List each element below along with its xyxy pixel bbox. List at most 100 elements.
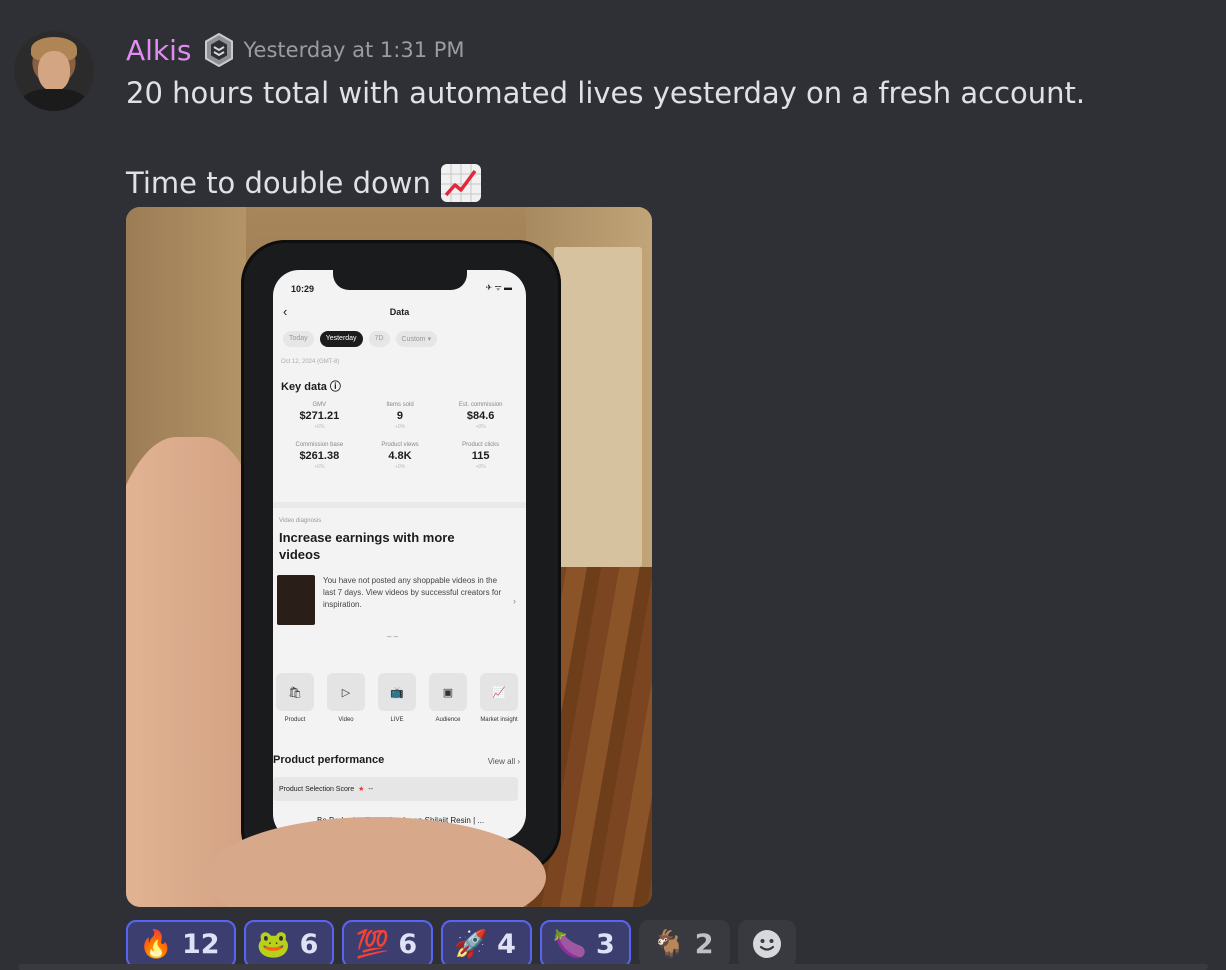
metric-product-clicks: Product clicks 115 +0%: [440, 442, 521, 470]
screen-nav-live: 📺 LIVE: [377, 673, 417, 723]
metric-delta: +0%: [314, 464, 325, 470]
screen-score-label: Product Selection Score: [279, 785, 355, 793]
reaction-count: 6: [398, 928, 418, 960]
star-icon: ★: [358, 786, 365, 793]
metric-value: $261.38: [299, 450, 340, 462]
screen-key-data-title: Key data ⓘ: [281, 381, 341, 393]
metric-label: Product views: [381, 442, 419, 448]
image-attachment[interactable]: 10:29 ✈ ᯤ ▬ ‹ Data Today Yesterday 7D Cu…: [126, 207, 652, 907]
reaction-fire[interactable]: 🔥 12: [126, 920, 236, 968]
screen-tab-custom: Custom ▾: [395, 331, 438, 347]
screen-nav-row: 🛍 Product ▷ Video 📺 LIVE ▣ Audience 📈 Ma…: [275, 673, 526, 723]
message-text-line-1: 20 hours total with automated lives yest…: [126, 76, 1086, 110]
metric-label: Est. commission: [458, 402, 503, 408]
eggplant-emoji-icon: 🍆: [553, 929, 587, 960]
reaction-count: 2: [694, 928, 714, 960]
reaction-rocket[interactable]: 🚀 4: [441, 920, 532, 968]
metric-label: Commission base: [295, 442, 344, 448]
fire-emoji-icon: 🔥: [139, 929, 173, 960]
screen-tab-7d: 7D: [368, 331, 390, 347]
shopping-bag-icon: 🛍: [276, 673, 314, 711]
chart-increasing-emoji-icon: [440, 164, 481, 202]
screen-nav-market-insight: 📈 Market insight: [479, 673, 519, 723]
phone-notch: [333, 270, 467, 290]
play-icon: ▷: [327, 673, 365, 711]
screen-separator: [273, 502, 526, 508]
message-timestamp[interactable]: Yesterday at 1:31 PM: [244, 38, 465, 62]
metric-delta: +0%: [475, 424, 486, 430]
metric-value: $271.21: [299, 410, 340, 422]
screen-metrics-grid: GMV $271.21 +0% Items sold 9 +0% Est. co…: [279, 402, 521, 470]
live-tv-icon: 📺: [378, 673, 416, 711]
phone-screen: 10:29 ✈ ᯤ ▬ ‹ Data Today Yesterday 7D Cu…: [273, 270, 526, 840]
hundred-points-emoji-icon: 💯: [355, 929, 390, 960]
reaction-goat[interactable]: 🐐 2: [638, 920, 730, 968]
smiley-face-icon: [752, 930, 781, 958]
metric-value: 4.8K: [388, 450, 412, 462]
screen-nav-audience: ▣ Audience: [428, 673, 468, 723]
reaction-count: 4: [497, 928, 516, 960]
add-reaction-button[interactable]: [737, 920, 796, 968]
reaction-hundred-points[interactable]: 💯 6: [342, 920, 434, 968]
screen-tabs: Today Yesterday 7D Custom ▾: [283, 331, 438, 347]
message-header: Alkis Yesterday at 1:31 PM: [126, 30, 465, 70]
avatar-face: [38, 51, 70, 91]
rocket-emoji-icon: 🚀: [454, 929, 488, 960]
photo-phone: 10:29 ✈ ᯤ ▬ ‹ Data Today Yesterday 7D Cu…: [241, 240, 561, 873]
metric-gmv: GMV $271.21 +0%: [279, 402, 360, 430]
screen-nav-video: ▷ Video: [326, 673, 366, 723]
screen-diagnosis-label: Video diagnosis: [279, 518, 322, 524]
screen-diagnosis-body: You have not posted any shoppable videos…: [323, 576, 502, 609]
screen-video-thumbnail: [277, 575, 315, 625]
user-avatar[interactable]: [14, 31, 94, 111]
reactions-bar: 🔥 12 🐸 6 💯 6 🚀 4 🍆 3 🐐 2: [126, 920, 796, 968]
horizontal-scrollbar[interactable]: [18, 964, 1208, 970]
metric-label: Product clicks: [462, 442, 500, 448]
screen-diagnosis-title: Increase earnings with more videos: [279, 530, 455, 562]
reaction-count: 3: [595, 928, 615, 960]
server-tag-badge-icon[interactable]: [204, 33, 234, 67]
screen-status-icons: ✈ ᯤ ▬: [485, 283, 512, 292]
metric-value: $84.6: [466, 410, 495, 422]
metric-value: 9: [396, 410, 404, 422]
screen-nav-product: 🛍 Product: [275, 673, 315, 723]
screen-view-all: View all ›: [487, 757, 520, 766]
goat-emoji-icon: 🐐: [651, 929, 686, 960]
metric-est-commission: Est. commission $84.6 +0%: [440, 402, 521, 430]
username[interactable]: Alkis: [126, 34, 192, 67]
metric-delta: +0%: [394, 424, 406, 430]
audience-card-icon: ▣: [429, 673, 467, 711]
screen-product-performance: Product performance: [273, 754, 385, 766]
message-text-line-2: Time to double down: [126, 164, 481, 202]
metric-delta: +0%: [394, 464, 406, 470]
screen-score-value: --: [368, 785, 374, 793]
screen-nav-label: Audience: [435, 717, 461, 723]
screen-date: Oct 12, 2024 (GMT-8): [281, 359, 340, 365]
reaction-eggplant[interactable]: 🍆 3: [539, 920, 631, 968]
screen-tab-today: Today: [283, 331, 314, 347]
message-text-line-2-label: Time to double down: [126, 166, 431, 200]
photo-door: [554, 247, 642, 567]
metric-delta: +0%: [314, 424, 325, 430]
screen-chevron-right-icon: ›: [513, 596, 516, 606]
metric-items-sold: Items sold 9 +0%: [360, 402, 441, 430]
trend-chart-icon: 📈: [480, 673, 518, 711]
screen-status-time: 10:29: [291, 284, 315, 294]
reaction-pepe[interactable]: 🐸 6: [243, 920, 335, 968]
screen-carousel-dots: ‒ ‒: [387, 632, 399, 641]
screen-title: Data: [389, 307, 410, 317]
metric-label: GMV: [312, 402, 327, 408]
metric-delta: +0%: [475, 464, 486, 470]
screen-product-score: Product Selection Score ★ --: [273, 777, 518, 801]
screen-nav-label: Market insight: [480, 717, 518, 723]
screen-nav-label: Product: [284, 717, 306, 723]
metric-commission-base: Commission base $261.38 +0%: [279, 442, 360, 470]
avatar-shirt: [22, 89, 86, 111]
screen-tab-yesterday: Yesterday: [319, 331, 363, 347]
screen-nav-label: LIVE: [390, 717, 404, 723]
metric-product-views: Product views 4.8K +0%: [360, 442, 441, 470]
reaction-count: 12: [182, 928, 220, 960]
screen-nav-label: Video: [338, 717, 354, 723]
pepe-emoji-icon: 🐸: [256, 929, 291, 960]
metric-label: Items sold: [386, 402, 414, 408]
